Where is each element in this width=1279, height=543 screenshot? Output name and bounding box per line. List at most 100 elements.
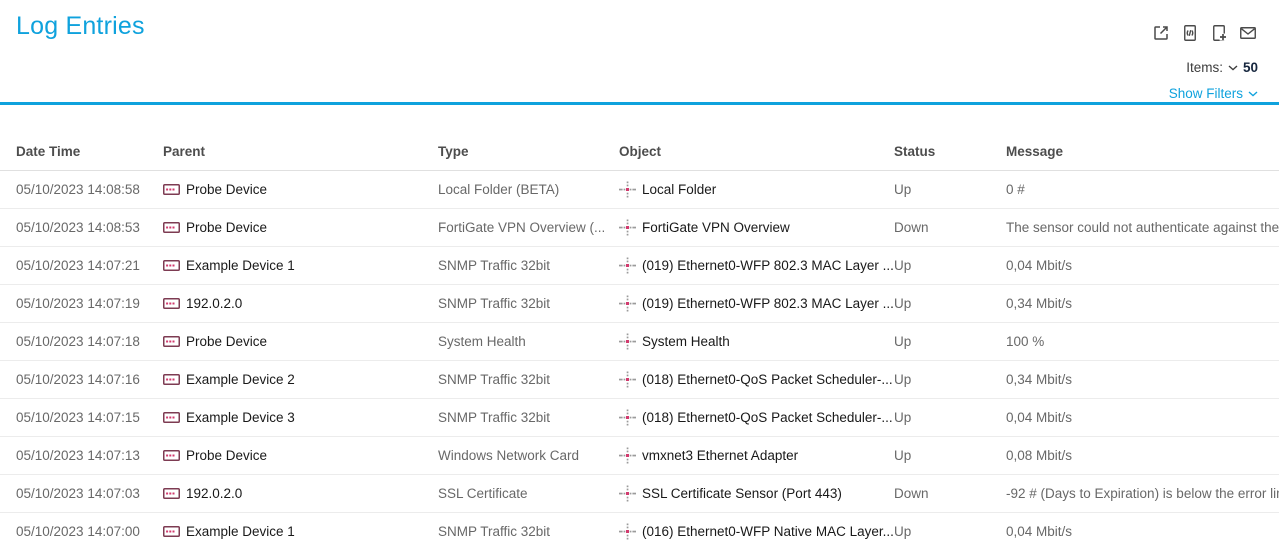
cell-status: Up [894, 258, 1006, 273]
sensor-icon [619, 257, 636, 274]
parent-device-link[interactable]: Probe Device [163, 334, 438, 349]
cell-message: -92 # (Days to Expiration) is below the … [1006, 486, 1279, 501]
column-header-message[interactable]: Message [1006, 144, 1279, 159]
column-header-parent[interactable]: Parent [163, 144, 438, 159]
parent-name: Example Device 1 [186, 258, 295, 273]
cell-datetime: 05/10/2023 14:07:21 [16, 258, 163, 273]
table-row: 05/10/2023 14:08:53 Probe Device FortiGa… [0, 209, 1279, 247]
cell-datetime: 05/10/2023 14:08:53 [16, 220, 163, 235]
device-icon [163, 488, 180, 499]
sensor-icon [619, 447, 636, 464]
object-sensor-link[interactable]: (019) Ethernet0-WFP 802.3 MAC Layer ... [619, 257, 894, 274]
parent-device-link[interactable]: 192.0.2.0 [163, 296, 438, 311]
object-sensor-link[interactable]: (019) Ethernet0-WFP 802.3 MAC Layer ... [619, 295, 894, 312]
device-icon [163, 298, 180, 309]
device-icon [163, 222, 180, 233]
cell-datetime: 05/10/2023 14:07:03 [16, 486, 163, 501]
cell-status: Down [894, 486, 1006, 501]
table-row: 05/10/2023 14:07:16 Example Device 2 SNM… [0, 361, 1279, 399]
cell-message: 0,04 Mbit/s [1006, 410, 1279, 425]
cell-sensor-type: Local Folder (BETA) [438, 182, 619, 197]
items-count-value: 50 [1243, 60, 1258, 75]
parent-device-link[interactable]: Example Device 2 [163, 372, 438, 387]
parent-name: Probe Device [186, 334, 267, 349]
cell-status: Up [894, 524, 1006, 539]
object-name: (019) Ethernet0-WFP 802.3 MAC Layer ... [642, 296, 894, 311]
cell-message: 0,08 Mbit/s [1006, 448, 1279, 463]
cell-status: Up [894, 182, 1006, 197]
table-header-row: Date Time Parent Type Object Status Mess… [0, 105, 1279, 171]
cell-status: Up [894, 410, 1006, 425]
email-icon[interactable] [1238, 23, 1258, 43]
table-row: 05/10/2023 14:08:58 Probe Device Local F… [0, 171, 1279, 209]
parent-device-link[interactable]: Probe Device [163, 448, 438, 463]
items-label: Items: [1186, 60, 1223, 75]
object-sensor-link[interactable]: SSL Certificate Sensor (Port 443) [619, 485, 894, 502]
object-sensor-link[interactable]: (018) Ethernet0-QoS Packet Scheduler-... [619, 409, 894, 426]
object-name: FortiGate VPN Overview [642, 220, 790, 235]
device-icon [163, 184, 180, 195]
cell-datetime: 05/10/2023 14:08:58 [16, 182, 163, 197]
cell-status: Up [894, 334, 1006, 349]
parent-device-link[interactable]: Example Device 3 [163, 410, 438, 425]
show-filters-toggle[interactable]: Show Filters [1169, 86, 1258, 101]
object-sensor-link[interactable]: vmxnet3 Ethernet Adapter [619, 447, 894, 464]
object-sensor-link[interactable]: System Health [619, 333, 894, 350]
cell-datetime: 05/10/2023 14:07:00 [16, 524, 163, 539]
parent-name: Example Device 1 [186, 524, 295, 539]
parent-device-link[interactable]: Probe Device [163, 182, 438, 197]
cell-message: 0 # [1006, 182, 1279, 197]
column-header-status[interactable]: Status [894, 144, 1006, 159]
object-name: (019) Ethernet0-WFP 802.3 MAC Layer ... [642, 258, 894, 273]
cell-sensor-type: SNMP Traffic 32bit [438, 372, 619, 387]
log-entries-page: Log Entries [0, 0, 1279, 543]
parent-name: Example Device 3 [186, 410, 295, 425]
parent-name: Probe Device [186, 182, 267, 197]
cell-sensor-type: SNMP Traffic 32bit [438, 410, 619, 425]
table-body: 05/10/2023 14:08:58 Probe Device Local F… [0, 171, 1279, 543]
column-header-datetime[interactable]: Date Time [16, 144, 163, 159]
cell-message: 0,34 Mbit/s [1006, 372, 1279, 387]
cell-message: 0,34 Mbit/s [1006, 296, 1279, 311]
device-icon [163, 260, 180, 271]
column-header-type[interactable]: Type [438, 144, 619, 159]
parent-name: Probe Device [186, 220, 267, 235]
add-file-icon[interactable] [1209, 23, 1229, 43]
parent-name: 192.0.2.0 [186, 486, 242, 501]
device-icon [163, 336, 180, 347]
parent-device-link[interactable]: Example Device 1 [163, 258, 438, 273]
parent-device-link[interactable]: 192.0.2.0 [163, 486, 438, 501]
device-icon [163, 412, 180, 423]
parent-name: Probe Device [186, 448, 267, 463]
object-name: vmxnet3 Ethernet Adapter [642, 448, 798, 463]
header-toolbar [1151, 23, 1258, 43]
open-external-icon[interactable] [1151, 23, 1171, 43]
cell-message: 0,04 Mbit/s [1006, 258, 1279, 273]
sensor-icon [619, 485, 636, 502]
parent-name: Example Device 2 [186, 372, 295, 387]
parent-device-link[interactable]: Probe Device [163, 220, 438, 235]
table-row: 05/10/2023 14:07:21 Example Device 1 SNM… [0, 247, 1279, 285]
cell-sensor-type: System Health [438, 334, 619, 349]
cell-sensor-type: SNMP Traffic 32bit [438, 524, 619, 539]
xml-file-icon[interactable] [1180, 23, 1200, 43]
sensor-icon [619, 219, 636, 236]
sensor-icon [619, 295, 636, 312]
parent-device-link[interactable]: Example Device 1 [163, 524, 438, 539]
cell-message: 100 % [1006, 334, 1279, 349]
object-sensor-link[interactable]: (016) Ethernet0-WFP Native MAC Layer... [619, 523, 894, 540]
object-name: System Health [642, 334, 730, 349]
table-row: 05/10/2023 14:07:19 192.0.2.0 SNMP Traff… [0, 285, 1279, 323]
object-sensor-link[interactable]: (018) Ethernet0-QoS Packet Scheduler-... [619, 371, 894, 388]
object-sensor-link[interactable]: FortiGate VPN Overview [619, 219, 894, 236]
object-sensor-link[interactable]: Local Folder [619, 181, 894, 198]
table-row: 05/10/2023 14:07:00 Example Device 1 SNM… [0, 513, 1279, 543]
items-count-dropdown[interactable]: Items: 50 [1186, 60, 1258, 75]
parent-name: 192.0.2.0 [186, 296, 242, 311]
cell-datetime: 05/10/2023 14:07:13 [16, 448, 163, 463]
table-row: 05/10/2023 14:07:03 192.0.2.0 SSL Certif… [0, 475, 1279, 513]
device-icon [163, 450, 180, 461]
sensor-icon [619, 371, 636, 388]
cell-status: Up [894, 296, 1006, 311]
column-header-object[interactable]: Object [619, 144, 894, 159]
